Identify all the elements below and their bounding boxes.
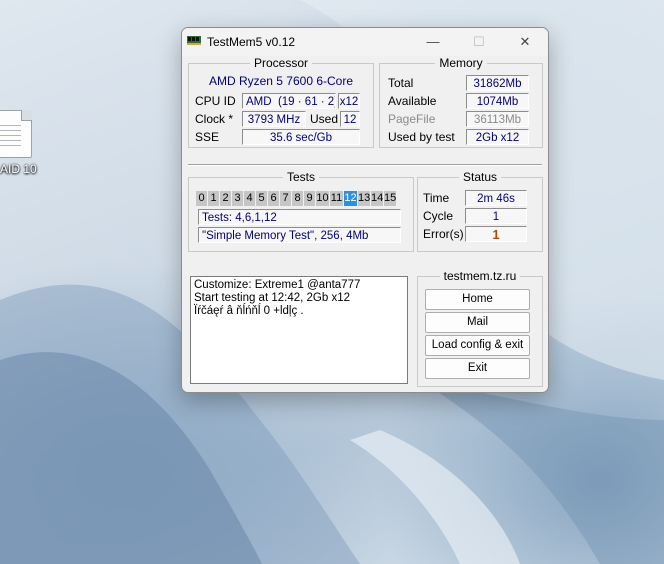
errors-label: Error(s) [423, 227, 464, 241]
window-title: TestMem5 v0.12 [207, 35, 296, 49]
processor-group-title: Processor [249, 56, 313, 70]
pagefile-field: 36113Mb [466, 111, 529, 127]
status-group: Status Time 2m 46s Cycle 1 Error(s) 1 [417, 170, 543, 252]
test-cell-0: 0 [196, 191, 208, 206]
memory-chip-icon [187, 36, 201, 45]
total-memory-label: Total [388, 76, 414, 90]
available-memory-field: 1074Mb [466, 93, 529, 109]
log-output[interactable]: Customize: Extreme1 @anta777 Start testin… [190, 276, 408, 384]
test-cell-2: 2 [220, 191, 232, 206]
test-cell-6: 6 [268, 191, 280, 206]
log-line: Ïŕčáęŕ â ňĺńňĺ 0 +ldļç . [194, 305, 304, 317]
memory-group-title: Memory [435, 56, 487, 70]
memory-group: Memory Total 31862Mb Available 1074Mb Pa… [379, 56, 543, 148]
available-memory-label: Available [388, 94, 437, 108]
time-label: Time [423, 191, 450, 205]
mail-button[interactable]: Mail [425, 312, 530, 333]
time-field: 2m 46s [465, 190, 527, 206]
test-cell-8: 8 [292, 191, 304, 206]
total-memory-field: 31862Mb [466, 75, 529, 91]
links-group-title: testmem.tz.ru [439, 269, 521, 283]
sse-field: 35.6 sec/Gb [242, 129, 360, 145]
clock-field: 3793 MHz [242, 111, 306, 127]
processor-group: Processor AMD Ryzen 5 7600 6-Core CPU ID… [188, 56, 374, 148]
test-cell-10: 10 [316, 191, 330, 206]
test-cell-4: 4 [244, 191, 256, 206]
cpu-threads-field: x12 [338, 93, 360, 109]
test-cell-7: 7 [280, 191, 292, 206]
cycle-field: 1 [465, 208, 527, 224]
desktop-file-icon[interactable]: AID 10 [0, 110, 40, 182]
status-group-title: Status [458, 170, 502, 184]
test-cell-15: 15 [384, 191, 397, 206]
file-icon [0, 110, 32, 158]
log-line: Start testing at 12:42, 2Gb x12 [194, 292, 350, 304]
cpu-vendor-field: AMD (19 · 61 · 2) [242, 93, 336, 109]
errors-field: 1 [465, 226, 527, 242]
testmem-window: TestMem5 v0.12 — ☐ ✕ Processor AMD Ryzen… [181, 27, 549, 393]
sse-label: SSE [195, 130, 220, 144]
test-cell-5: 5 [256, 191, 268, 206]
used-label: Used [310, 112, 339, 126]
test-cell-9: 9 [304, 191, 316, 206]
cpu-id-label: CPU ID [195, 94, 236, 108]
pagefile-label: PageFile [388, 112, 436, 126]
maximize-button[interactable]: ☐ [456, 28, 502, 56]
test-cell-11: 11 [330, 191, 344, 206]
cpu-signature: (19 · 61 · 2) [277, 96, 336, 108]
clock-label: Clock * [195, 112, 234, 126]
current-test-field: "Simple Memory Test", 256, 4Mb [198, 227, 401, 243]
log-line: Customize: Extreme1 @anta777 [194, 279, 361, 291]
desktop-file-label: AID 10 [0, 162, 37, 176]
test-cell-1: 1 [208, 191, 220, 206]
tests-group-title: Tests [282, 170, 319, 184]
test-cell-14: 14 [371, 191, 384, 206]
cpu-vendor: AMD [246, 96, 272, 108]
cycle-label: Cycle [423, 209, 454, 223]
tests-group: Tests 0 1 2 3 4 5 6 7 8 9 10 11 12 13 14 15 Tests: 4,6,… [188, 170, 414, 252]
close-button[interactable]: ✕ [502, 28, 548, 56]
load-config-exit-button[interactable]: Load config & exit [425, 335, 530, 356]
used-by-test-label: Used by test [388, 130, 455, 144]
separator-top [188, 164, 542, 166]
minimize-button[interactable]: — [410, 28, 456, 56]
exit-button[interactable]: Exit [425, 358, 530, 379]
test-cell-13: 13 [358, 191, 371, 206]
test-sequence-field: Tests: 4,6,1,12 [198, 209, 401, 225]
test-cell-3: 3 [232, 191, 244, 206]
cpu-name: AMD Ryzen 5 7600 6-Core [208, 74, 354, 88]
home-button[interactable]: Home [425, 289, 530, 310]
test-cell-12: 12 [344, 191, 358, 206]
title-bar[interactable]: TestMem5 v0.12 — ☐ ✕ [182, 28, 548, 56]
used-by-test-field: 2Gb x12 [466, 129, 529, 145]
used-threads-field: 12 [340, 111, 360, 127]
